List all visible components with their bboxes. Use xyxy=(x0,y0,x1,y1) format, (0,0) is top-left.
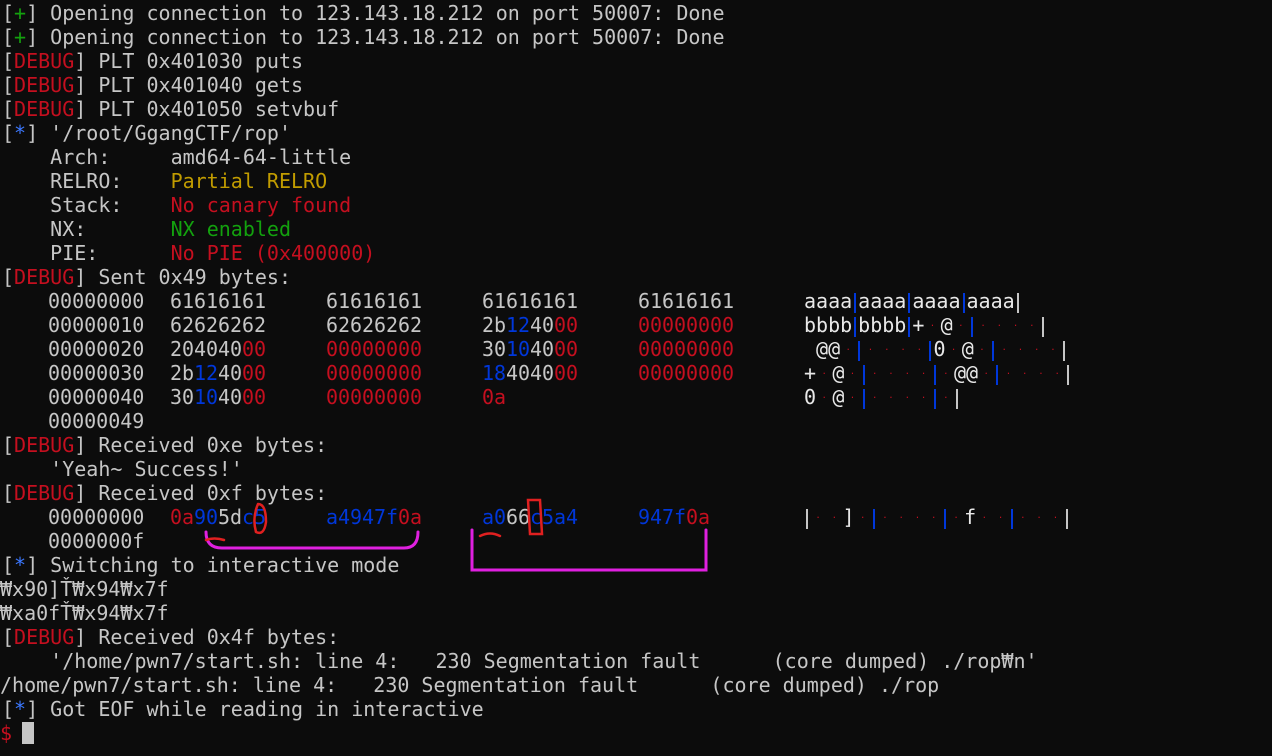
annotation-overlay xyxy=(204,498,708,572)
bracket-annotation xyxy=(204,530,420,550)
bracket-annotation xyxy=(470,528,708,572)
underline-annotation xyxy=(478,532,502,538)
circle-annotation xyxy=(253,502,268,535)
circle-annotation xyxy=(526,498,544,536)
terminal-window[interactable]: [+] Opening connection to 123.143.18.212… xyxy=(0,0,1272,756)
underline-annotation xyxy=(204,537,226,542)
